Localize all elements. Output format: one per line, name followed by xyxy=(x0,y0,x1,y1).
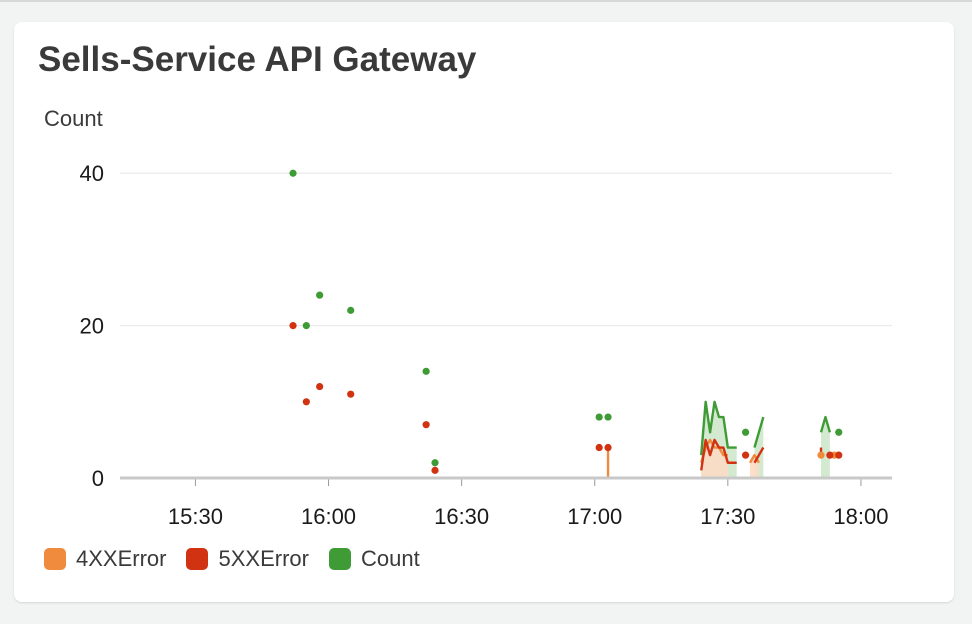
legend-swatch-5xxerror xyxy=(186,548,209,570)
x-axis xyxy=(120,476,892,486)
x-tick-labels: 15:30 16:00 16:30 17:00 17:30 18:00 xyxy=(168,504,889,529)
legend-item-5xxerror[interactable]: 5XXError xyxy=(186,546,309,572)
point-5xxerror xyxy=(316,382,324,391)
grid-lines xyxy=(120,172,892,327)
point-count xyxy=(741,428,750,436)
point-count xyxy=(604,413,612,421)
point-count xyxy=(431,459,439,467)
point-5xxerror xyxy=(347,390,355,398)
legend-label-4xxerror: 4XXError xyxy=(76,546,167,571)
x-tick-label: 17:30 xyxy=(700,504,755,529)
y-tick-label: 20 xyxy=(80,314,104,339)
point-5xxerror xyxy=(431,466,439,474)
legend-item-4xxerror[interactable]: 4XXError xyxy=(44,546,166,572)
point-5xxerror xyxy=(604,443,612,452)
point-5xxerror xyxy=(826,451,834,459)
point-5xxerror xyxy=(835,451,843,459)
x-tick-label: 17:00 xyxy=(567,504,622,529)
point-5xxerror xyxy=(289,322,297,330)
metric-widget: Sells-Service API Gateway Count 0 20 40 15… xyxy=(14,22,954,602)
point-5xxerror xyxy=(422,421,430,429)
point-4xxerror xyxy=(817,451,825,459)
y-tick-label: 40 xyxy=(80,161,104,186)
legend-label-count: Count xyxy=(360,546,420,571)
top-border xyxy=(0,0,972,2)
point-5xxerror xyxy=(595,443,603,452)
y-tick-label: 0 xyxy=(92,466,104,491)
point-count xyxy=(595,413,603,421)
point-count xyxy=(347,306,355,314)
point-count xyxy=(316,291,324,299)
x-tick-label: 16:00 xyxy=(301,504,356,529)
legend-label-5xxerror: 5XXError xyxy=(218,546,309,571)
legend-item-count[interactable]: Count xyxy=(328,546,420,572)
point-5xxerror xyxy=(741,451,750,459)
legend-swatch-count xyxy=(328,548,351,570)
x-tick-label: 15:30 xyxy=(168,504,223,529)
y-tick-labels: 0 20 40 xyxy=(80,161,104,491)
chart-plot[interactable]: 0 20 40 15:30 16:00 16:30 17:00 17:30 18:00 xyxy=(14,22,954,542)
x-tick-label: 18:00 xyxy=(833,504,888,529)
legend-swatch-4xxerror xyxy=(44,548,66,570)
x-tick-label: 16:30 xyxy=(434,504,489,529)
point-count xyxy=(289,169,297,177)
legend: 4XXError 5XXError Count xyxy=(44,546,440,572)
point-count xyxy=(835,428,843,436)
point-count xyxy=(422,367,430,375)
point-count xyxy=(302,322,310,330)
point-5xxerror xyxy=(302,398,310,406)
